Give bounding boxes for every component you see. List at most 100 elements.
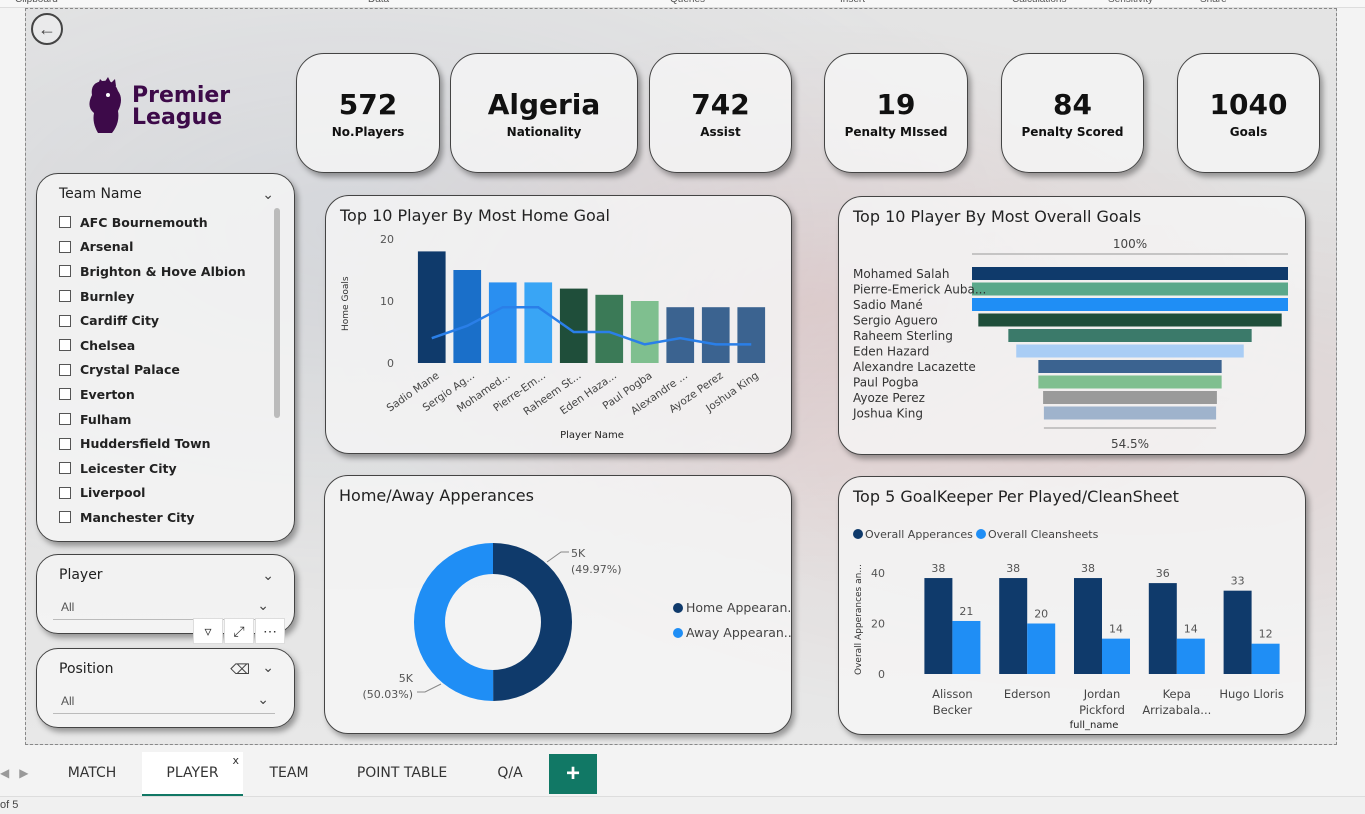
tab-team[interactable]: TEAM bbox=[252, 752, 326, 794]
page-count: of 5 bbox=[0, 799, 19, 811]
team-list-item[interactable]: Cardiff City bbox=[59, 308, 264, 333]
checkbox[interactable] bbox=[59, 290, 71, 303]
donut-slice[interactable] bbox=[493, 543, 573, 701]
position-dropdown[interactable]: All ⌄ bbox=[53, 689, 275, 714]
legend-label[interactable]: Away Appearan... bbox=[686, 625, 791, 640]
tab-match[interactable]: MATCH bbox=[50, 752, 134, 794]
kpi-card-penalty-missed[interactable]: 19 Penalty MIssed bbox=[824, 53, 968, 173]
bar[interactable] bbox=[488, 282, 517, 363]
checkbox[interactable] bbox=[59, 265, 71, 278]
bar[interactable] bbox=[1176, 638, 1205, 674]
position-slicer[interactable]: Position ⌫ ⌄ All ⌄ bbox=[36, 648, 295, 728]
team-list-item[interactable]: Manchester City bbox=[59, 505, 264, 530]
team-list-item[interactable]: Chelsea bbox=[59, 333, 264, 358]
checkbox[interactable] bbox=[59, 511, 71, 524]
funnel-bar[interactable] bbox=[1016, 344, 1244, 358]
chevron-down-icon[interactable]: ⌄ bbox=[262, 567, 274, 584]
funnel-bar[interactable] bbox=[1038, 360, 1222, 373]
chevron-down-icon[interactable]: ⌄ bbox=[257, 597, 269, 614]
team-list-item[interactable]: Arsenal bbox=[59, 235, 264, 260]
kpi-card-goals[interactable]: 1040 Goals bbox=[1177, 53, 1320, 173]
player-dropdown[interactable]: All ⌄ bbox=[53, 595, 275, 620]
bar[interactable] bbox=[1251, 643, 1280, 674]
goalkeeper-chart-card[interactable]: Top 5 GoalKeeper Per Played/CleanSheet O… bbox=[838, 476, 1306, 735]
donut-slice[interactable] bbox=[414, 543, 494, 701]
legend-label[interactable]: Home Appearan... bbox=[686, 600, 791, 615]
legend-label[interactable]: Overall Cleansheets bbox=[988, 528, 1099, 541]
checkbox[interactable] bbox=[59, 413, 71, 426]
checkbox[interactable] bbox=[59, 339, 71, 352]
bar[interactable] bbox=[737, 307, 766, 363]
more-options-icon[interactable]: ⋯ bbox=[255, 618, 285, 644]
team-list-item[interactable]: Everton bbox=[59, 382, 264, 407]
x-tick-label: Ederson bbox=[1004, 687, 1051, 701]
focus-mode-icon[interactable]: ⤢ bbox=[224, 618, 254, 644]
bar[interactable] bbox=[595, 294, 624, 363]
funnel-bar[interactable] bbox=[972, 298, 1288, 311]
checkbox[interactable] bbox=[59, 437, 71, 450]
legend-label[interactable]: Overall Apperances bbox=[865, 528, 973, 541]
bar[interactable] bbox=[1148, 583, 1177, 674]
funnel-bar[interactable] bbox=[1038, 375, 1222, 389]
team-list-item[interactable]: Huddersfield Town bbox=[59, 431, 264, 456]
funnel-bar[interactable] bbox=[1008, 329, 1252, 342]
bar[interactable] bbox=[1074, 578, 1102, 674]
checkbox[interactable] bbox=[59, 462, 71, 475]
y-tick-label: 40 bbox=[871, 567, 885, 580]
funnel-bar[interactable] bbox=[978, 313, 1282, 327]
team-list-item[interactable]: Burnley bbox=[59, 284, 264, 309]
bar[interactable] bbox=[1102, 638, 1130, 674]
funnel-bar[interactable] bbox=[972, 282, 1288, 296]
bar[interactable] bbox=[1027, 623, 1056, 675]
checkbox[interactable] bbox=[59, 486, 71, 499]
bar[interactable] bbox=[453, 270, 482, 363]
bar[interactable] bbox=[524, 282, 553, 363]
kpi-card-assist[interactable]: 742 Assist bbox=[649, 53, 792, 173]
tab-point-table[interactable]: POINT TABLE bbox=[340, 752, 464, 794]
chevron-down-icon[interactable]: ⌄ bbox=[257, 691, 269, 708]
checkbox[interactable] bbox=[59, 216, 71, 229]
funnel-bar[interactable] bbox=[1043, 406, 1217, 420]
team-label: Liverpool bbox=[80, 485, 146, 501]
team-list-item[interactable]: Leicester City bbox=[59, 456, 264, 481]
team-list-item[interactable]: Liverpool bbox=[59, 481, 264, 506]
checkbox[interactable] bbox=[59, 388, 71, 401]
kpi-card-players[interactable]: 572 No.Players bbox=[296, 53, 440, 173]
tab-label: PLAYER bbox=[166, 765, 219, 781]
chevron-down-icon[interactable]: ⌄ bbox=[262, 186, 274, 203]
close-icon[interactable]: x bbox=[232, 754, 239, 767]
team-list-item[interactable]: Fulham bbox=[59, 407, 264, 432]
kpi-card-penalty-scored[interactable]: 84 Penalty Scored bbox=[1001, 53, 1144, 173]
team-name-slicer[interactable]: Team Name ⌄ AFC Bournemouth Arsenal Bright… bbox=[36, 173, 295, 542]
funnel-bar[interactable] bbox=[972, 267, 1288, 280]
funnel-bar[interactable] bbox=[1043, 391, 1217, 404]
team-list-item[interactable]: AFC Bournemouth bbox=[59, 210, 264, 235]
tab-nav-arrows[interactable]: ◀ ▶ bbox=[0, 766, 28, 780]
team-list-item[interactable]: Brighton & Hove Albion bbox=[59, 259, 264, 284]
eraser-icon[interactable]: ⌫ bbox=[230, 661, 250, 678]
bar[interactable] bbox=[701, 307, 730, 363]
x-tick-label: Becker bbox=[933, 703, 973, 717]
filter-icon[interactable]: ▿ bbox=[193, 618, 223, 644]
bar[interactable] bbox=[924, 578, 953, 674]
appearances-chart-card[interactable]: Home/Away Apperances 5K (49.97%) 5K (50.03%… bbox=[324, 475, 792, 734]
back-arrow-icon[interactable]: ← bbox=[31, 13, 63, 45]
add-page-button[interactable]: + bbox=[549, 754, 597, 794]
bar[interactable] bbox=[999, 578, 1028, 674]
bar[interactable] bbox=[630, 301, 659, 363]
bar[interactable] bbox=[666, 307, 695, 363]
checkbox[interactable] bbox=[59, 363, 71, 376]
home-goal-chart-card[interactable]: Top 10 Player By Most Home Goal 0 10 20 Hom… bbox=[325, 195, 792, 454]
kpi-card-nationality[interactable]: Algeria Nationality bbox=[450, 53, 638, 173]
tab-qa[interactable]: Q/A bbox=[477, 752, 543, 794]
chevron-down-icon[interactable]: ⌄ bbox=[262, 659, 274, 676]
checkbox[interactable] bbox=[59, 314, 71, 327]
scrollbar[interactable] bbox=[274, 208, 280, 418]
tab-player[interactable]: PLAYER x bbox=[142, 752, 243, 797]
bar[interactable] bbox=[1223, 590, 1252, 674]
bar[interactable] bbox=[952, 620, 981, 674]
overall-goals-chart-card[interactable]: Top 10 Player By Most Overall Goals 100%… bbox=[838, 196, 1306, 455]
bar[interactable] bbox=[417, 251, 446, 363]
checkbox[interactable] bbox=[59, 240, 71, 253]
team-list-item[interactable]: Crystal Palace bbox=[59, 358, 264, 383]
